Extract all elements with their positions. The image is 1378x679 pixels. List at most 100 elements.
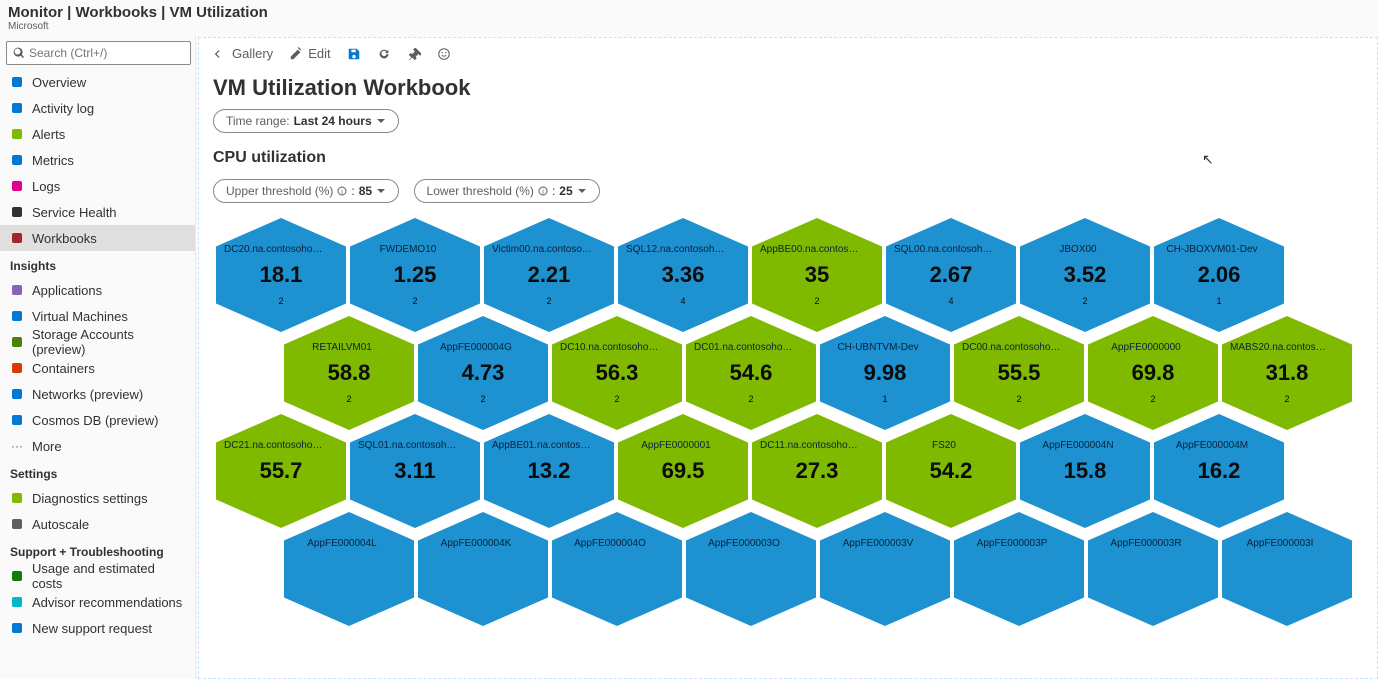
nav-label: Applications — [32, 283, 102, 298]
hex-vm-name: AppFE000003P — [954, 538, 1070, 549]
search-input[interactable] — [29, 46, 184, 60]
sidebar-item-alerts[interactable]: Alerts — [0, 121, 195, 147]
sidebar-item-logs[interactable]: Logs — [0, 173, 195, 199]
page-header: Monitor | Workbooks | VM Utilization Mic… — [0, 0, 1378, 35]
lower-threshold-label: Lower threshold (%) — [427, 184, 534, 198]
hex-vm-name: AppFE000003I — [1222, 538, 1338, 549]
lower-threshold-chip[interactable]: Lower threshold (%) i : 25 — [414, 179, 600, 203]
hex-value: 35 — [805, 262, 829, 288]
nav-label: Autoscale — [32, 517, 89, 532]
hex-subvalue: 4 — [948, 296, 953, 306]
hex-tile[interactable]: AppFE000003R — [1085, 509, 1221, 629]
hex-value: 69.5 — [662, 458, 705, 484]
nav-label: Diagnostics settings — [32, 491, 148, 506]
sidebar-item-service-health[interactable]: Service Health — [0, 199, 195, 225]
sidebar-item-virtual-machines[interactable]: Virtual Machines — [0, 303, 195, 329]
nav-label: More — [32, 439, 62, 454]
pin-icon — [407, 47, 421, 61]
hex-tile[interactable]: AppFE000003V — [817, 509, 953, 629]
sidebar-item-containers[interactable]: Containers — [0, 355, 195, 381]
hex-vm-name: SQL12.na.contosohot… — [618, 244, 734, 255]
nav-label: Overview — [32, 75, 86, 90]
containers-icon — [10, 361, 24, 375]
search-icon — [13, 47, 25, 59]
save-button[interactable] — [347, 47, 361, 61]
hex-subvalue: 2 — [346, 394, 351, 404]
smiley-icon — [437, 47, 451, 61]
hex-subvalue: 2 — [1016, 394, 1021, 404]
sidebar-item-applications[interactable]: Applications — [0, 277, 195, 303]
advisor-icon — [10, 595, 24, 609]
upper-threshold-label: Upper threshold (%) — [226, 184, 333, 198]
diag-icon — [10, 491, 24, 505]
sidebar-section-insights: Insights — [0, 251, 195, 277]
hex-tile[interactable]: AppFE000003P — [951, 509, 1087, 629]
hex-vm-name: AppFE000004N — [1020, 440, 1136, 451]
hex-tile[interactable]: AppFE000003O — [683, 509, 819, 629]
sidebar-item-new-support-request[interactable]: New support request — [0, 615, 195, 641]
hex-tile[interactable]: AppFE000004K — [415, 509, 551, 629]
sidebar-item-advisor-recommendations[interactable]: Advisor recommendations — [0, 589, 195, 615]
hex-vm-name: AppFE000003V — [820, 538, 936, 549]
hex-value: 18.1 — [260, 262, 303, 288]
nav-label: Workbooks — [32, 231, 97, 246]
hex-value: 9.98 — [864, 360, 907, 386]
hex-vm-name: DC11.na.contosohot… — [752, 440, 868, 451]
refresh-button[interactable] — [377, 47, 391, 61]
gallery-label: Gallery — [232, 46, 273, 61]
save-icon — [347, 47, 361, 61]
hex-subvalue: 2 — [1284, 394, 1289, 404]
hex-tile[interactable]: AppFE000004L — [281, 509, 417, 629]
sidebar-item-metrics[interactable]: Metrics — [0, 147, 195, 173]
sidebar-item-cosmos-db-preview-[interactable]: Cosmos DB (preview) — [0, 407, 195, 433]
hex-value: 15.8 — [1064, 458, 1107, 484]
hex-value: 3.11 — [394, 458, 436, 484]
search-input-wrapper[interactable] — [6, 41, 191, 65]
sidebar-item-more[interactable]: ···More — [0, 433, 195, 459]
upper-threshold-value: 85 — [359, 184, 372, 198]
hex-vm-name: SQL01.na.contosohot… — [350, 440, 466, 451]
hex-value: 55.7 — [260, 458, 303, 484]
hex-tile[interactable]: AppFE000003I — [1219, 509, 1355, 629]
nav-label: Logs — [32, 179, 60, 194]
time-range-chip[interactable]: Time range: Last 24 hours — [213, 109, 399, 133]
sidebar-item-storage-accounts-preview-[interactable]: Storage Accounts (preview) — [0, 329, 195, 355]
nav-label: Containers — [32, 361, 95, 376]
nav-label: Metrics — [32, 153, 74, 168]
hex-value: 13.2 — [528, 458, 571, 484]
sidebar-item-activity-log[interactable]: Activity log — [0, 95, 195, 121]
sidebar-item-usage-and-estimated-costs[interactable]: Usage and estimated costs — [0, 563, 195, 589]
hex-value: 3.36 — [662, 262, 705, 288]
hex-vm-name: DC20.na.contosohot… — [216, 244, 332, 255]
edit-label: Edit — [308, 46, 330, 61]
pin-button[interactable] — [407, 47, 421, 61]
lower-threshold-value: 25 — [559, 184, 572, 198]
hex-value: 1.25 — [394, 262, 437, 288]
hex-value: 31.8 — [1266, 360, 1309, 386]
nav-label: Activity log — [32, 101, 94, 116]
hex-value: 56.3 — [596, 360, 639, 386]
collapse-sidebar-button[interactable]: « — [195, 45, 196, 61]
sidebar-item-diagnostics-settings[interactable]: Diagnostics settings — [0, 485, 195, 511]
back-gallery-link[interactable]: Gallery — [213, 46, 273, 61]
sidebar-section-settings: Settings — [0, 459, 195, 485]
content-area: Gallery Edit VM Utilization Workbook Tim… — [198, 37, 1378, 679]
sidebar-item-autoscale[interactable]: Autoscale — [0, 511, 195, 537]
sidebar-item-workbooks[interactable]: Workbooks — [0, 225, 195, 251]
hex-value: 4.73 — [462, 360, 505, 386]
feedback-button[interactable] — [437, 47, 451, 61]
edit-button[interactable]: Edit — [289, 46, 330, 61]
page-title: VM Utilization Workbook — [199, 69, 1377, 109]
nav-label: Cosmos DB (preview) — [32, 413, 158, 428]
vm-icon — [10, 309, 24, 323]
cosmos-icon — [10, 413, 24, 427]
sidebar-item-networks-preview-[interactable]: Networks (preview) — [0, 381, 195, 407]
chevron-down-icon — [577, 186, 587, 196]
hex-vm-name: DC21.na.contosohot… — [216, 440, 332, 451]
hex-tile[interactable]: AppFE000004O — [549, 509, 685, 629]
upper-threshold-chip[interactable]: Upper threshold (%) i : 85 — [213, 179, 399, 203]
hex-vm-name: MABS20.na.contoso… — [1222, 342, 1338, 353]
nav-label: Service Health — [32, 205, 117, 220]
nav-label: Storage Accounts (preview) — [32, 327, 185, 357]
sidebar-item-overview[interactable]: Overview — [0, 69, 195, 95]
